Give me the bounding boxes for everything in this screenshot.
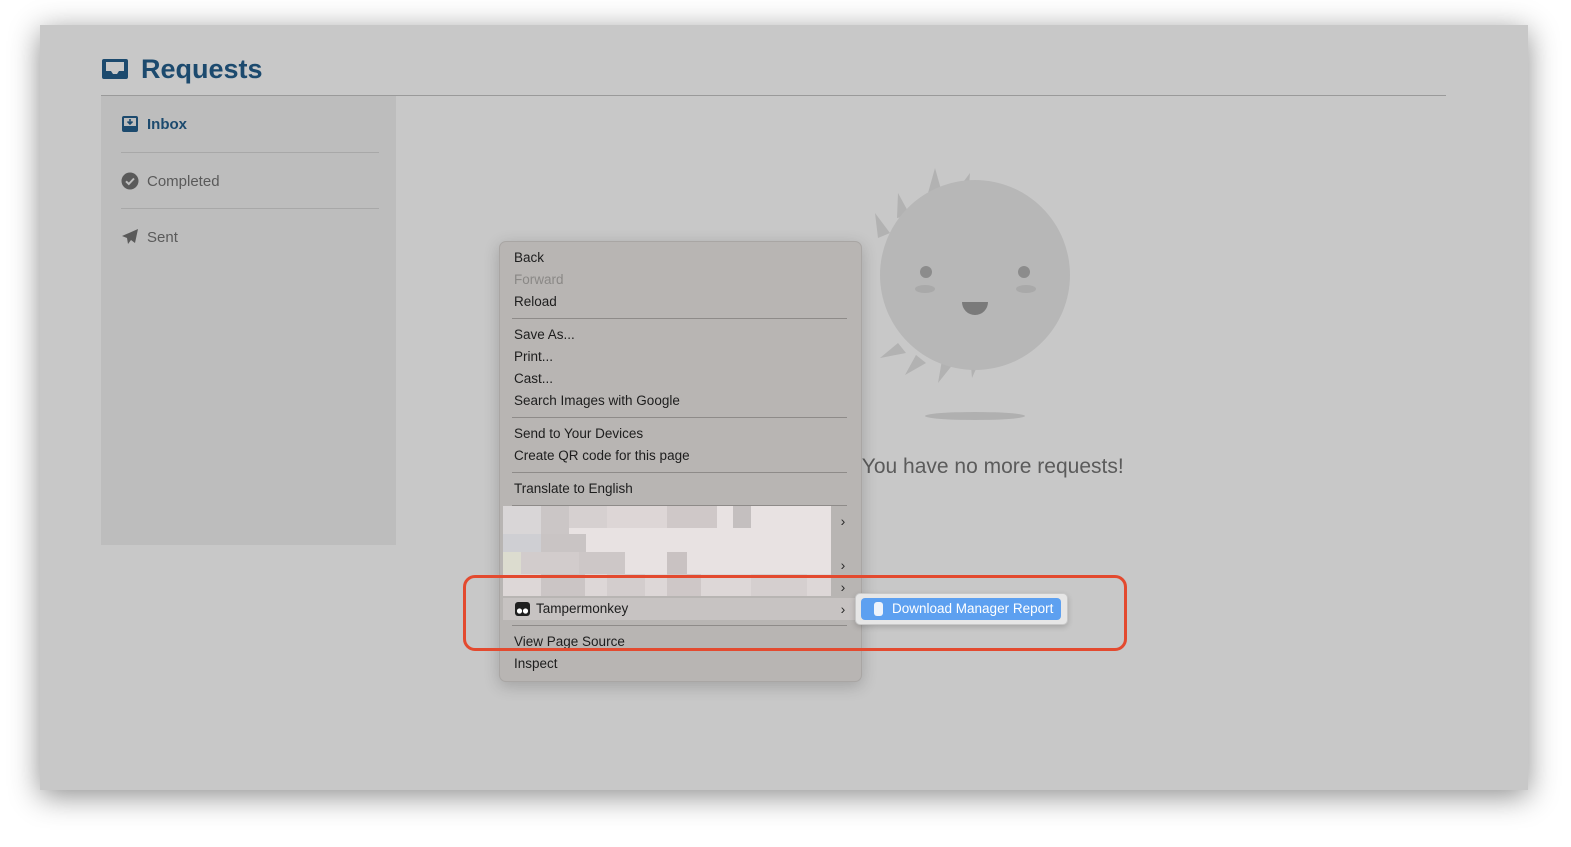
menu-separator (512, 625, 847, 626)
tampermonkey-submenu: Download Manager Report (855, 593, 1068, 625)
submenu-item-label: Download Manager Report (892, 601, 1054, 616)
download-manager-report-item[interactable]: Download Manager Report (861, 598, 1061, 620)
chevron-right-icon: › (840, 557, 846, 573)
context-menu: Back Forward Reload Save As... Print... … (499, 241, 862, 682)
script-icon (874, 602, 883, 616)
sidebar: Inbox Completed Sent (101, 96, 396, 545)
sidebar-item-label: Sent (147, 228, 178, 246)
menu-item-forward: Forward (514, 272, 564, 287)
menu-item-reload[interactable]: Reload (514, 291, 557, 313)
menu-item-view-source[interactable]: View Page Source (514, 631, 625, 653)
menu-separator (512, 417, 847, 418)
menu-separator (512, 472, 847, 473)
empty-state-message: y! You have no more requests! (840, 455, 1124, 478)
chevron-right-icon: › (840, 601, 846, 617)
menu-item-label: Tampermonkey (536, 601, 629, 616)
menu-item-save-as[interactable]: Save As... (514, 324, 575, 346)
paper-plane-icon (121, 228, 139, 246)
menu-item-inspect[interactable]: Inspect (514, 653, 558, 675)
sidebar-item-label: Completed (147, 172, 220, 190)
tampermonkey-icon (515, 602, 530, 616)
menu-item-back[interactable]: Back (514, 247, 544, 269)
menu-item-translate[interactable]: Translate to English (514, 478, 633, 500)
sidebar-item-completed[interactable]: Completed (121, 153, 379, 209)
menu-separator (512, 318, 847, 319)
page-header: Requests (101, 43, 1446, 96)
menu-item-create-qr[interactable]: Create QR code for this page (514, 445, 690, 467)
sidebar-item-label: Inbox (147, 115, 187, 133)
chevron-right-icon: › (840, 513, 846, 529)
menu-item-print[interactable]: Print... (514, 346, 553, 368)
menu-item-send-to-devices[interactable]: Send to Your Devices (514, 423, 643, 445)
page-title: Requests (141, 53, 263, 84)
chevron-right-icon: › (840, 579, 846, 595)
menu-item-cast[interactable]: Cast... (514, 368, 553, 390)
menu-item-search-images[interactable]: Search Images with Google (514, 390, 680, 412)
sidebar-item-inbox[interactable]: Inbox (121, 96, 379, 152)
inbox-tray-icon (102, 59, 128, 79)
sidebar-item-sent[interactable]: Sent (121, 209, 379, 265)
check-circle-icon (121, 172, 139, 190)
inbox-icon (121, 115, 139, 133)
redacted-menu-items (503, 506, 831, 596)
menu-item-tampermonkey[interactable]: Tampermonkey › (503, 598, 855, 620)
